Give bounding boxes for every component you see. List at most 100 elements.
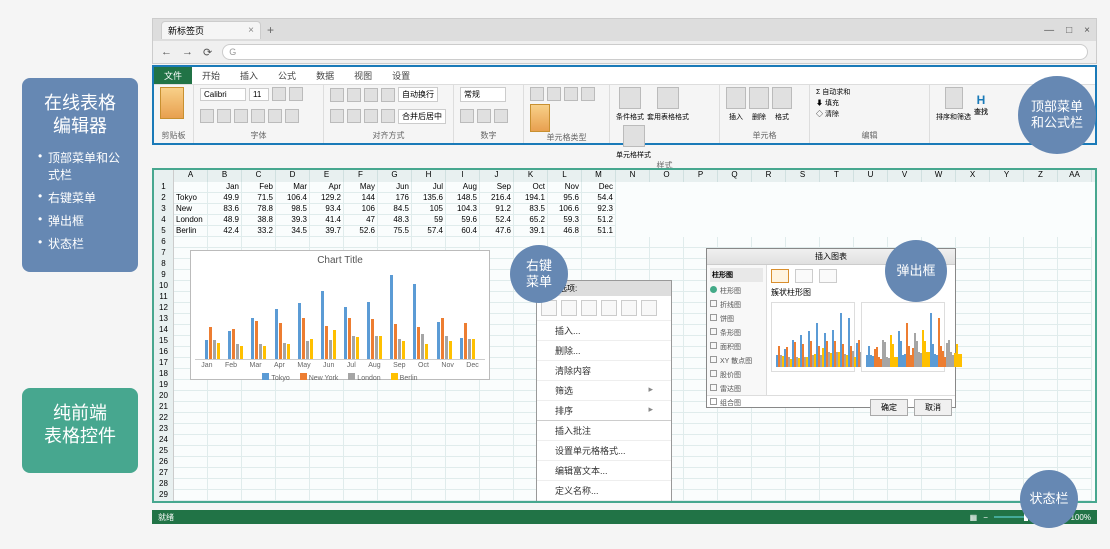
ctx-insert[interactable]: 插入... xyxy=(537,320,671,340)
cell[interactable] xyxy=(1024,314,1058,325)
cell[interactable] xyxy=(446,402,480,413)
clicon-100stacked[interactable] xyxy=(819,269,837,283)
clear-celltype-button[interactable] xyxy=(530,104,550,132)
cell[interactable] xyxy=(752,457,786,468)
ctx-comment[interactable]: 插入批注 xyxy=(537,420,671,440)
cell[interactable]: 93.4 xyxy=(310,204,344,215)
cell[interactable]: 59.3 xyxy=(548,215,582,226)
forward-icon[interactable]: → xyxy=(182,46,193,58)
cell[interactable]: Dec xyxy=(582,182,616,193)
row-header[interactable]: 10 xyxy=(154,281,174,292)
currency-icon[interactable] xyxy=(460,109,474,123)
cell[interactable] xyxy=(242,391,276,402)
cell[interactable]: 52.6 xyxy=(344,226,378,237)
cell[interactable] xyxy=(480,380,514,391)
ribbon-tab-3[interactable]: 公式 xyxy=(268,67,306,84)
ctx-format-cells[interactable]: 设置单元格格式... xyxy=(537,440,671,460)
cell[interactable] xyxy=(820,457,854,468)
back-icon[interactable]: ← xyxy=(161,46,172,58)
cell[interactable] xyxy=(1024,424,1058,435)
view-normal-icon[interactable]: ▦ xyxy=(970,513,978,522)
cell[interactable] xyxy=(310,413,344,424)
cell[interactable] xyxy=(1058,435,1092,446)
cell[interactable] xyxy=(1024,457,1058,468)
cell[interactable] xyxy=(480,457,514,468)
cell[interactable] xyxy=(1024,281,1058,292)
cell[interactable] xyxy=(174,435,208,446)
cell[interactable] xyxy=(1058,380,1092,391)
cell[interactable] xyxy=(684,457,718,468)
cell[interactable] xyxy=(412,468,446,479)
cell[interactable] xyxy=(1024,259,1058,270)
cell[interactable] xyxy=(888,457,922,468)
paste-format-icon[interactable] xyxy=(601,300,617,316)
cell[interactable] xyxy=(310,424,344,435)
percent-icon[interactable] xyxy=(477,109,491,123)
cell[interactable] xyxy=(276,501,310,503)
row-header[interactable]: 20 xyxy=(154,391,174,402)
cell[interactable] xyxy=(446,391,480,402)
cell[interactable] xyxy=(480,490,514,501)
cell[interactable] xyxy=(990,336,1024,347)
row-header[interactable]: 15 xyxy=(154,336,174,347)
column-header[interactable]: H xyxy=(412,170,446,182)
cell[interactable] xyxy=(412,402,446,413)
cell[interactable] xyxy=(1058,413,1092,424)
ribbon-tab-5[interactable]: 视图 xyxy=(344,67,382,84)
cell[interactable] xyxy=(718,479,752,490)
cell[interactable] xyxy=(1058,347,1092,358)
column-header[interactable]: L xyxy=(548,170,582,182)
row-header[interactable]: 4 xyxy=(154,215,174,226)
row-header[interactable]: 24 xyxy=(154,435,174,446)
cell[interactable] xyxy=(378,237,412,248)
cell[interactable] xyxy=(208,446,242,457)
font-color-icon[interactable] xyxy=(285,109,299,123)
cell[interactable] xyxy=(820,490,854,501)
browser-tab[interactable]: 新标签页 × xyxy=(161,21,261,39)
cell[interactable] xyxy=(582,248,616,259)
ctx-richtext[interactable]: 编辑富文本... xyxy=(537,460,671,480)
cell[interactable] xyxy=(174,468,208,479)
maximize-icon[interactable]: □ xyxy=(1066,25,1072,36)
align-top-icon[interactable] xyxy=(330,88,344,102)
cell[interactable] xyxy=(276,391,310,402)
row-header[interactable]: 9 xyxy=(154,270,174,281)
cell[interactable] xyxy=(310,479,344,490)
cell[interactable] xyxy=(208,391,242,402)
cell[interactable] xyxy=(480,424,514,435)
column-header[interactable]: W xyxy=(922,170,956,182)
dialog-category-item[interactable]: 柱形图 xyxy=(710,284,763,298)
cell[interactable] xyxy=(956,259,990,270)
cell[interactable]: Jul xyxy=(412,182,446,193)
row-header[interactable]: 11 xyxy=(154,292,174,303)
indent-icon[interactable] xyxy=(381,109,395,123)
row-header[interactable]: 16 xyxy=(154,347,174,358)
spreadsheet[interactable]: ABCDEFGHIJKLMNOPQRSTUVWXYZAA 1JanFebMarA… xyxy=(152,168,1097,503)
cell[interactable] xyxy=(208,457,242,468)
cell[interactable] xyxy=(208,435,242,446)
ctx-filter[interactable]: 筛选 xyxy=(537,380,671,400)
cell[interactable]: 46.8 xyxy=(548,226,582,237)
cell[interactable] xyxy=(718,237,752,248)
cell[interactable] xyxy=(820,237,854,248)
cell[interactable] xyxy=(990,325,1024,336)
cell[interactable]: 98.5 xyxy=(276,204,310,215)
row-header[interactable]: 1 xyxy=(154,182,174,193)
cell[interactable] xyxy=(276,479,310,490)
cell[interactable]: 42.4 xyxy=(208,226,242,237)
cell[interactable] xyxy=(310,402,344,413)
chart-preview[interactable] xyxy=(861,302,945,372)
cell[interactable] xyxy=(990,314,1024,325)
cell[interactable] xyxy=(922,457,956,468)
cell[interactable]: 65.2 xyxy=(514,215,548,226)
cell[interactable] xyxy=(446,446,480,457)
cell[interactable]: 105 xyxy=(412,204,446,215)
cell[interactable]: Apr xyxy=(310,182,344,193)
column-header[interactable]: B xyxy=(208,170,242,182)
cell[interactable] xyxy=(718,446,752,457)
cell[interactable]: 51.2 xyxy=(582,215,616,226)
cell[interactable] xyxy=(310,501,344,503)
cell[interactable] xyxy=(1024,292,1058,303)
cell[interactable] xyxy=(854,501,888,503)
cell[interactable]: Berlin xyxy=(174,226,208,237)
